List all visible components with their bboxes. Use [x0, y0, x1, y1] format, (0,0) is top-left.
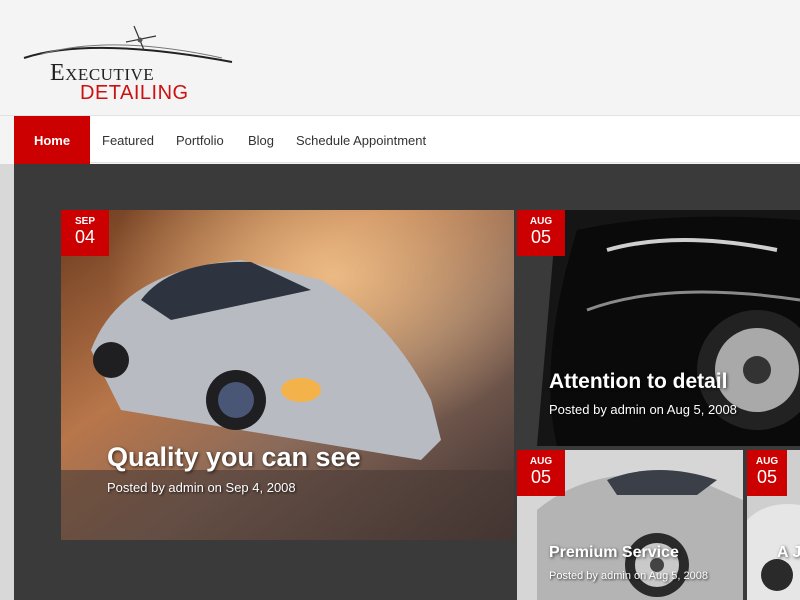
post-card-attention[interactable]: AUG 05 Attention to detail Posted by adm… — [517, 210, 800, 446]
post-card-premium[interactable]: AUG 05 Premium Service Posted by admin o… — [517, 450, 743, 600]
post-title[interactable]: A J — [777, 544, 800, 562]
nav-edge — [0, 116, 14, 164]
site-logo[interactable]: Executive DETAILING — [22, 22, 242, 106]
post-meta: Posted by admin on Aug 5, 2008 — [549, 402, 737, 417]
date-badge: AUG 05 — [747, 450, 787, 496]
date-badge: SEP 04 — [61, 210, 109, 256]
nav-item-home[interactable]: Home — [14, 116, 90, 164]
nav-item-featured[interactable]: Featured — [102, 116, 154, 162]
featured-slider: SEP 04 Quality you can see Posted by adm… — [0, 164, 800, 600]
post-card-quality[interactable]: SEP 04 Quality you can see Posted by adm… — [61, 210, 514, 540]
post-title[interactable]: Attention to detail — [549, 370, 727, 394]
nav-item-blog[interactable]: Blog — [248, 116, 274, 162]
date-day: 05 — [756, 467, 778, 487]
nav-item-portfolio[interactable]: Portfolio — [176, 116, 224, 162]
nav-item-schedule-appointment[interactable]: Schedule Appointment — [296, 116, 426, 162]
date-day: 04 — [74, 227, 96, 247]
post-title[interactable]: Premium Service — [549, 544, 679, 562]
date-day: 05 — [530, 467, 552, 487]
page-edge — [0, 164, 14, 600]
date-month: SEP — [74, 216, 95, 227]
logo-text-detailing: DETAILING — [80, 82, 189, 104]
date-badge: AUG 05 — [517, 210, 565, 256]
post-card-partial[interactable]: AUG 05 A J — [747, 450, 800, 600]
site-header: Executive DETAILING — [0, 0, 800, 115]
date-month: AUG — [529, 456, 553, 467]
date-day: 05 — [530, 227, 552, 247]
date-month: AUG — [529, 216, 553, 227]
date-month: AUG — [755, 456, 779, 467]
post-title[interactable]: Quality you can see — [107, 442, 361, 473]
post-meta: Posted by admin on Aug 5, 2008 — [549, 570, 709, 582]
date-badge: AUG 05 — [517, 450, 565, 496]
main-nav: Home Featured Portfolio Blog Schedule Ap… — [0, 115, 800, 164]
post-meta: Posted by admin on Sep 4, 2008 — [107, 480, 296, 495]
